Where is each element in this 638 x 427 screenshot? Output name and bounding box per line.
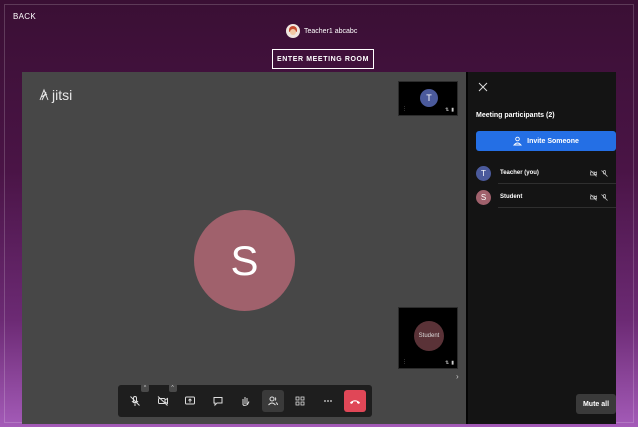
chevron-up-icon[interactable]: ^ bbox=[141, 384, 149, 392]
chevron-up-icon[interactable]: ^ bbox=[168, 384, 177, 392]
camera-off-icon bbox=[590, 169, 597, 177]
user-name: Teacher1 abcabc bbox=[304, 27, 358, 35]
signal-icon: ⇅ bbox=[445, 360, 450, 366]
mic-status-icon: ▮ bbox=[451, 360, 454, 366]
screen-share-button[interactable] bbox=[179, 390, 201, 412]
invite-someone-button[interactable]: Invite Someone bbox=[476, 131, 616, 151]
mute-all-button[interactable]: Mute all bbox=[576, 394, 616, 414]
participant-avatar: T bbox=[476, 165, 491, 181]
dominant-speaker-avatar: S bbox=[194, 210, 295, 311]
logo-text: jitsi bbox=[52, 87, 73, 103]
hangup-button[interactable] bbox=[344, 390, 366, 412]
thumbnail-avatar: T bbox=[420, 89, 438, 107]
raise-hand-button[interactable] bbox=[234, 390, 256, 412]
camera-button[interactable]: ^ bbox=[152, 384, 177, 412]
meeting-toolbar: ^ ^ bbox=[118, 384, 372, 417]
participant-row[interactable]: S Student bbox=[468, 186, 616, 208]
participant-name: Teacher (you) bbox=[500, 170, 539, 176]
microphone-muted-icon bbox=[601, 193, 608, 201]
chevron-right-icon[interactable]: › bbox=[456, 372, 459, 381]
tile-view-button[interactable] bbox=[289, 390, 311, 412]
panel-title: Meeting participants (2) bbox=[476, 112, 555, 119]
screen-share-icon bbox=[185, 396, 195, 405]
divider bbox=[498, 207, 616, 208]
hangup-icon bbox=[350, 400, 360, 404]
divider bbox=[498, 183, 616, 184]
thumbnail-menu-icon[interactable]: ⋮ bbox=[402, 106, 407, 112]
microphone-muted-icon bbox=[130, 396, 140, 406]
thumbnail-status-icons: ⇅ ▮ bbox=[445, 360, 454, 366]
participant-status-icons bbox=[590, 169, 608, 177]
participant-row[interactable]: T Teacher (you) bbox=[468, 162, 616, 184]
jitsi-logo: jitsi bbox=[38, 87, 72, 103]
more-actions-button[interactable] bbox=[317, 390, 339, 412]
meeting-frame: jitsi S T ⋮ ⇅ ▮ Student ⋮ ⇅ ▮ › ^ ^ Meet… bbox=[22, 72, 616, 424]
participant-name: Student bbox=[500, 194, 523, 200]
tile-view-icon bbox=[295, 396, 305, 406]
microphone-button[interactable]: ^ bbox=[124, 384, 149, 412]
jitsi-logo-icon bbox=[39, 88, 49, 101]
close-icon bbox=[478, 82, 488, 92]
close-panel-button[interactable] bbox=[476, 80, 490, 94]
chat-button[interactable] bbox=[207, 390, 229, 412]
enter-meeting-room-button[interactable]: ENTER MEETING ROOM bbox=[272, 49, 374, 69]
add-user-icon bbox=[513, 136, 523, 146]
camera-off-icon bbox=[157, 396, 168, 406]
thumbnail-label: Student bbox=[418, 333, 440, 339]
signal-icon: ⇅ bbox=[445, 107, 450, 113]
thumbnail-student[interactable]: Student ⋮ ⇅ ▮ bbox=[398, 307, 458, 369]
invite-label: Invite Someone bbox=[527, 137, 579, 145]
chat-icon bbox=[213, 397, 222, 407]
participant-status-icons bbox=[590, 193, 608, 201]
participants-button[interactable] bbox=[261, 390, 284, 412]
camera-off-icon bbox=[590, 193, 597, 201]
more-icon bbox=[323, 400, 332, 402]
participants-icon bbox=[267, 396, 278, 406]
thumbnail-teacher[interactable]: T ⋮ ⇅ ▮ bbox=[398, 81, 458, 116]
mic-status-icon: ▮ bbox=[451, 107, 454, 113]
user-avatar bbox=[286, 24, 300, 38]
current-user: Teacher1 abcabc bbox=[286, 24, 357, 38]
video-stage: jitsi S T ⋮ ⇅ ▮ Student ⋮ ⇅ ▮ › ^ ^ bbox=[22, 72, 466, 424]
raise-hand-icon bbox=[242, 397, 250, 406]
thumbnail-status-icons: ⇅ ▮ bbox=[445, 107, 454, 113]
thumbnail-menu-icon[interactable]: ⋮ bbox=[402, 359, 407, 365]
back-link[interactable]: BACK bbox=[13, 12, 36, 21]
microphone-muted-icon bbox=[601, 169, 608, 177]
thumbnail-avatar: Student bbox=[414, 321, 444, 351]
participant-avatar: S bbox=[476, 189, 491, 205]
participants-panel: Meeting participants (2) Invite Someone … bbox=[468, 72, 616, 424]
